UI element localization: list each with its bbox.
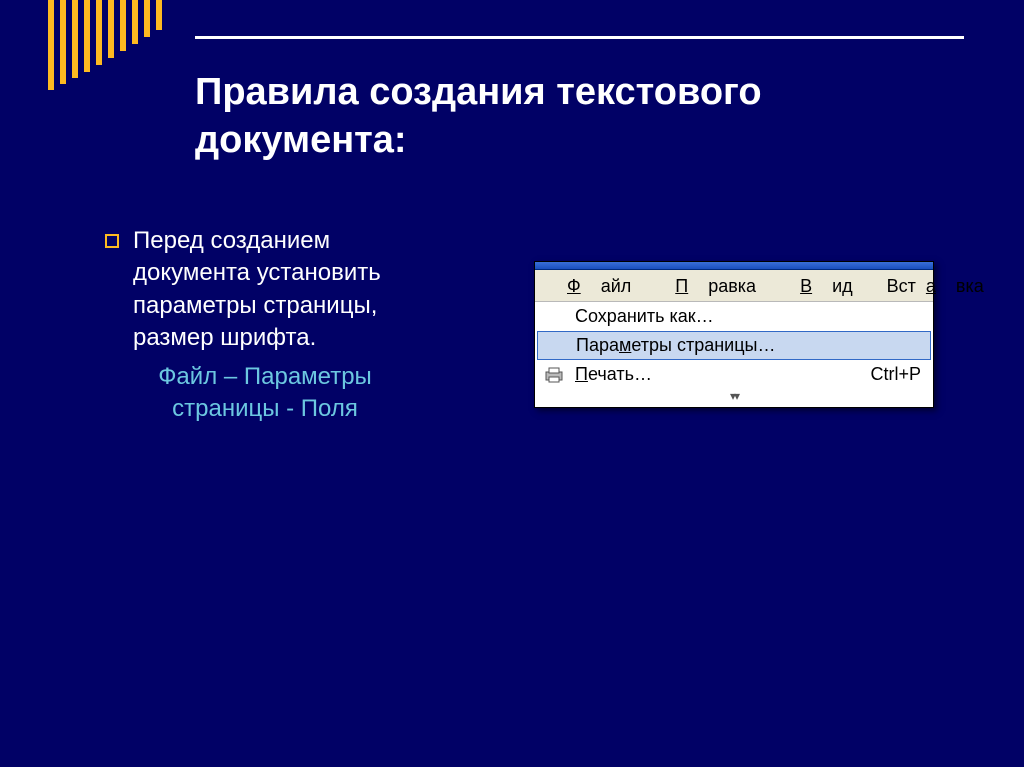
menu-item-print[interactable]: Печать… Ctrl+P <box>535 361 933 388</box>
menu-item-save-as[interactable]: Сохранить как… <box>535 303 933 330</box>
menubar-view[interactable]: Вид <box>780 274 873 299</box>
menubar-view-rest: ид <box>822 274 863 298</box>
printer-icon <box>543 366 565 384</box>
slide-title: Правила создания текстового документа: <box>195 69 964 164</box>
mockup-titlebar <box>535 262 933 270</box>
body-content: Перед созданием документа установить пар… <box>105 225 425 425</box>
menubar-insert-rest: вка <box>946 274 994 298</box>
sub-text: Файл – Параметры страницы - Поля <box>105 361 425 426</box>
menubar-file-rest: айл <box>591 274 642 298</box>
menu-item-save-as-label: Сохранить как… <box>575 306 714 327</box>
menubar-insert[interactable]: Вставка <box>877 274 1004 299</box>
menu-item-page-setup[interactable]: Параметры страницы… <box>537 331 931 360</box>
menubar-file[interactable]: Файл <box>547 274 651 299</box>
bullet-item: Перед созданием документа установить пар… <box>105 225 425 355</box>
corner-stripes-decoration <box>48 0 162 90</box>
menu-item-page-setup-label: Параметры страницы… <box>576 335 775 356</box>
header-rule <box>195 36 964 39</box>
menubar-edit[interactable]: Правка <box>655 274 776 299</box>
title-line-2: документа: <box>195 119 407 161</box>
slide-header: Правила создания текстового документа: <box>195 36 964 164</box>
menu-item-print-label: Печать… <box>575 364 652 385</box>
word-menu-mockup: Файл Правка Вид Вставка Сохранить как… П… <box>534 261 934 408</box>
title-line-1: Правила создания текстового <box>195 71 762 113</box>
bullet-text: Перед созданием документа установить пар… <box>133 225 425 355</box>
menubar: Файл Правка Вид Вставка <box>535 270 933 302</box>
bullet-icon <box>105 234 119 248</box>
menubar-edit-rest: равка <box>698 274 766 298</box>
dropdown-menu: Сохранить как… Параметры страницы… Печат… <box>535 302 933 407</box>
expand-chevrons-icon[interactable]: ▾▾ <box>535 388 933 405</box>
menu-item-print-shortcut: Ctrl+P <box>830 364 921 385</box>
